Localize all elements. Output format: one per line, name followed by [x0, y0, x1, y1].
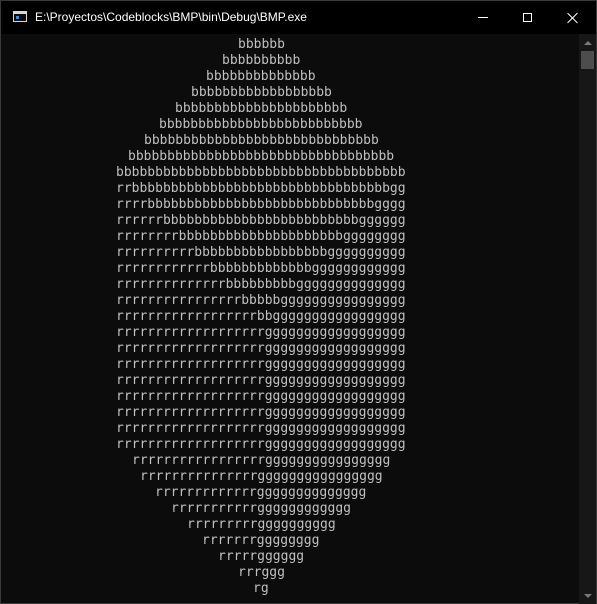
close-icon	[567, 12, 579, 24]
scroll-down-button[interactable]	[579, 587, 596, 604]
console-line: rrrrrrrrrrrrrrrrrrrgggggggggggggggggg	[116, 325, 406, 340]
console-line: rrrrrrrrrrrrrrrgggggggggggggggg	[140, 469, 383, 484]
minimize-button[interactable]	[460, 1, 505, 34]
scroll-down-arrow-icon	[583, 593, 592, 598]
window-title: E:\Proyectos\Codeblocks\BMP\bin\Debug\BM…	[35, 10, 307, 24]
scrollbar-thumb[interactable]	[581, 51, 594, 69]
title-bar[interactable]: E:\Proyectos\Codeblocks\BMP\bin\Debug\BM…	[1, 1, 596, 34]
console-line: rrrrrrrrrrrrrrbbbbbbbbbgggggggggggggg	[116, 277, 406, 292]
console-line: rrrrrrbbbbbbbbbbbbbbbbbbbbbbbbbgggggg	[116, 213, 406, 228]
console-line: bbbbbb	[238, 37, 285, 52]
scroll-up-button[interactable]	[579, 34, 596, 51]
console-line: bbbbbbbbbbbbbb	[206, 69, 316, 84]
console-line: bbbbbbbbbb	[222, 53, 301, 68]
console-app-icon	[13, 11, 27, 22]
console-line: rrrrrrrrrrrrrrrrrrrgggggggggggggggggg	[116, 421, 406, 436]
console-line: rg	[253, 581, 269, 596]
console-line: rrrrrrrrrrrrrrrrrrrgggggggggggggggggg	[116, 405, 406, 420]
close-button[interactable]	[550, 1, 595, 34]
console-line: bbbbbbbbbbbbbbbbbbbbbbbbbbbbbb	[144, 133, 379, 148]
console-line: bbbbbbbbbbbbbbbbbbbbbb	[175, 101, 348, 116]
console-line: rrrrrrrrrrrrrrrrrgggggggggggggggg	[132, 453, 391, 468]
console-line: rrrrrrrrrrrrrrrrbbbbbgggggggggggggggg	[116, 293, 406, 308]
console-line: bbbbbbbbbbbbbbbbbbbbbbbbbbbbbbbbbb	[128, 149, 395, 164]
console-window: E:\Proyectos\Codeblocks\BMP\bin\Debug\BM…	[0, 0, 597, 604]
maximize-button[interactable]	[505, 1, 550, 34]
console-line: rrrrrrrrrrrrrgggggggggggggg	[155, 485, 367, 500]
console-output[interactable]: bbbbbb bbbbbbbbbb bbbbbbbbbbbbbb bbbbbbbbbb…	[2, 34, 579, 604]
console-line: bbbbbbbbbbbbbbbbbb	[191, 85, 332, 100]
console-line: rrrrrrrrrrrrrrrrrrrgggggggggggggggggg	[116, 373, 406, 388]
maximize-icon	[523, 13, 532, 22]
console-line: rrrrrrrrbbbbbbbbbbbbbbbbbbbbbgggggggg	[116, 229, 406, 244]
console-line: rrrrrrrrrrrrrrrrrrbbggggggggggggggggg	[116, 309, 406, 324]
console-line: rrbbbbbbbbbbbbbbbbbbbbbbbbbbbbbbbbbgg	[116, 181, 406, 196]
console-line: rrrrrrrrrrrrrrrrrrrgggggggggggggggggg	[116, 341, 406, 356]
console-line: rrrrrgggggg	[218, 549, 305, 564]
console-line: rrrrrrrrrrrrrrrrrrrgggggggggggggggggg	[116, 357, 406, 372]
console-line: rrrrrrrgggggggg	[202, 533, 320, 548]
console-line: rrrrrrrrrrrrbbbbbbbbbbbbbgggggggggggg	[116, 261, 406, 276]
console-line: rrrrrrrrrgggggggggg	[187, 517, 336, 532]
console-line: rrrrrrrrrrrrrrrrrrrgggggggggggggggggg	[116, 437, 406, 452]
console-line: bbbbbbbbbbbbbbbbbbbbbbbbbb	[159, 117, 363, 132]
console-line: rrrrbbbbbbbbbbbbbbbbbbbbbbbbbbbbbgggg	[116, 197, 406, 212]
console-line: rrrrrrrrrrrrrrrrrrrgggggggggggggggggg	[116, 389, 406, 404]
console-line: bbbbbbbbbbbbbbbbbbbbbbbbbbbbbbbbbbbbb	[116, 165, 406, 180]
minimize-icon	[477, 17, 488, 18]
vertical-scrollbar[interactable]	[579, 34, 596, 604]
console-line: rrrrrrrrrrbbbbbbbbbbbbbbbbbgggggggggg	[116, 245, 406, 260]
scroll-up-arrow-icon	[583, 40, 592, 45]
console-line: rrrggg	[238, 565, 285, 580]
console-line: rrrrrrrrrrrgggggggggggg	[171, 501, 352, 516]
